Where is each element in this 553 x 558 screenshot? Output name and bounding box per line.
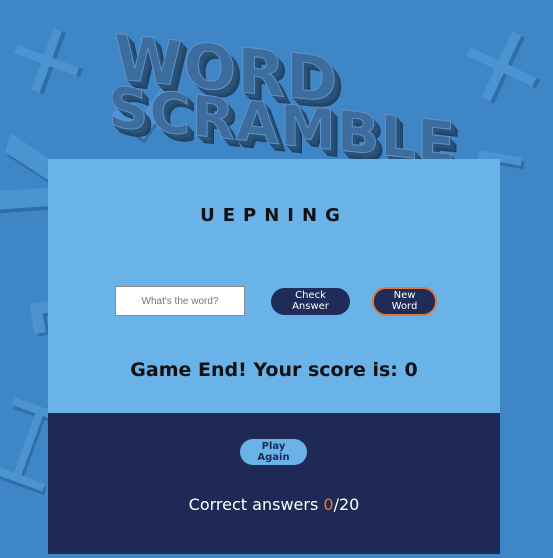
play-again-button[interactable]: Play Again	[240, 439, 307, 465]
check-answer-button[interactable]: Check Answer	[271, 287, 350, 315]
game-footer: Play Again Correct answers 0/20	[48, 413, 500, 554]
scrambled-word: UEPNING	[200, 205, 348, 226]
background-letter-decoration: ✕	[0, 0, 105, 127]
game-card: UEPNING Check Answer New Word Game End! …	[48, 159, 500, 554]
new-word-button[interactable]: New Word	[372, 286, 437, 316]
background-letter-decoration: ✕	[442, 0, 553, 138]
total-questions: 20	[338, 495, 360, 514]
correct-answers-label: Correct answers	[188, 495, 324, 514]
correct-answers-counter: Correct answers 0/20	[48, 495, 500, 514]
answer-controls: Check Answer New Word	[115, 286, 437, 316]
answer-input[interactable]	[115, 286, 245, 316]
game-result-message: Game End! Your score is: 0	[130, 359, 418, 381]
correct-answers-count: 0	[323, 495, 334, 514]
